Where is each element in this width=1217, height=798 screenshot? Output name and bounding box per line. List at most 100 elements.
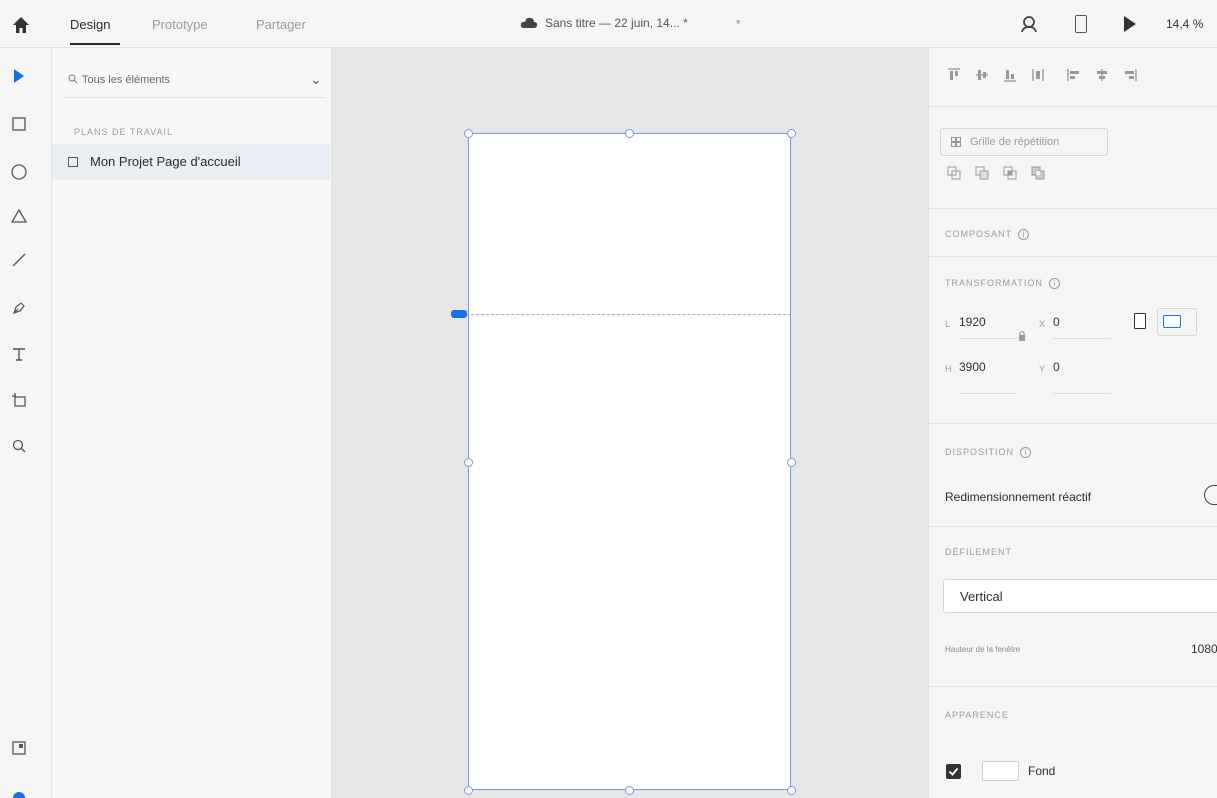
text-tool-icon[interactable] [9, 344, 29, 364]
repeat-grid-button[interactable]: Grille de répétition [940, 128, 1108, 156]
fill-label: Fond [1028, 764, 1056, 778]
height-label: H [945, 364, 952, 374]
artboards-section-label: PLANS DE TRAVAIL [74, 127, 174, 137]
align-center-icon[interactable] [1095, 68, 1109, 82]
zoom-level[interactable]: 14,4 % [1166, 17, 1203, 31]
divider [929, 526, 1217, 527]
fill-checkbox[interactable] [946, 764, 961, 779]
boolean-intersect-icon[interactable] [1003, 166, 1017, 180]
play-icon[interactable] [1124, 16, 1136, 32]
grid-icon [951, 137, 961, 147]
line-tool-icon[interactable] [9, 250, 29, 270]
lock-aspect-icon[interactable] [1018, 330, 1026, 342]
search-icon [68, 74, 78, 84]
fill-color-swatch[interactable] [982, 761, 1019, 781]
layer-item-artboard[interactable]: Mon Projet Page d'accueil [52, 144, 330, 180]
resize-handle-bottom-left[interactable] [464, 786, 473, 795]
scroll-direction-value: Vertical [960, 589, 1003, 604]
active-tab-indicator [70, 43, 120, 45]
plugins-icon[interactable] [9, 738, 29, 758]
resize-handle-bottom[interactable] [625, 786, 634, 795]
tab-design[interactable]: Design [70, 17, 110, 32]
info-icon[interactable]: i [1020, 447, 1032, 458]
repeat-grid-label: Grille de répétition [970, 136, 1060, 148]
layout-label: DISPOSITION [945, 447, 1015, 457]
ellipse-tool-icon[interactable] [9, 162, 29, 182]
polygon-tool-icon[interactable] [9, 206, 29, 226]
boolean-add-icon[interactable] [947, 166, 961, 180]
artboard-tool-icon[interactable] [9, 390, 29, 410]
info-icon[interactable]: i [1018, 229, 1030, 240]
transform-section-label: TRANSFORMATION i [945, 278, 1060, 289]
viewport-height-field[interactable]: 1080 [1191, 642, 1217, 656]
viewport-fold-line [461, 314, 791, 315]
resize-handle-top-right[interactable] [787, 129, 796, 138]
portrait-orientation-icon[interactable] [1134, 313, 1146, 329]
y-field[interactable]: 0 [1053, 360, 1060, 374]
align-middle-icon[interactable] [975, 68, 989, 82]
chevron-down-icon[interactable]: ▾ [736, 17, 741, 28]
assets-icon[interactable] [9, 786, 29, 798]
layer-filter-dropdown[interactable]: Tous les éléments ⌄ [64, 64, 326, 98]
pen-tool-icon[interactable] [9, 298, 29, 318]
layer-label: Mon Projet Page d'accueil [90, 154, 241, 169]
height-underline [959, 393, 1017, 394]
divider [929, 256, 1217, 257]
tab-prototype[interactable]: Prototype [152, 17, 208, 32]
artboard-icon [68, 157, 78, 167]
scroll-direction-select[interactable]: Vertical [943, 579, 1217, 613]
align-left-icon[interactable] [1067, 68, 1081, 82]
select-tool-icon[interactable] [9, 66, 29, 86]
cloud-icon [520, 17, 538, 28]
responsive-resize-toggle[interactable] [1204, 485, 1217, 505]
divider [929, 423, 1217, 424]
resize-handle-bottom-right[interactable] [787, 786, 796, 795]
checkmark-icon [948, 767, 959, 776]
height-field[interactable]: 3900 [959, 360, 986, 374]
filter-label: Tous les éléments [82, 74, 171, 86]
scroll-section-label: DÉFILEMENT [945, 547, 1013, 557]
transform-label: TRANSFORMATION [945, 278, 1043, 288]
landscape-orientation-icon [1163, 315, 1181, 328]
resize-handle-left[interactable] [464, 458, 473, 467]
resize-handle-top-left[interactable] [464, 129, 473, 138]
divider [929, 208, 1217, 209]
device-preview-icon[interactable] [1075, 15, 1087, 33]
align-right-icon[interactable] [1123, 68, 1137, 82]
canvas[interactable] [333, 48, 928, 798]
component-section-label: COMPOSANT i [945, 229, 1030, 240]
resize-handle-top[interactable] [625, 129, 634, 138]
responsive-resize-label: Redimensionnement réactif [945, 490, 1092, 504]
align-bottom-icon[interactable] [1003, 68, 1017, 82]
viewport-height-marker[interactable] [451, 310, 467, 318]
distribute-vertical-icon[interactable] [1031, 68, 1045, 82]
tool-rail [0, 48, 52, 798]
align-top-icon[interactable] [947, 68, 961, 82]
layout-section-label: DISPOSITION i [945, 447, 1032, 458]
share-user-icon[interactable] [1018, 13, 1040, 35]
width-field[interactable]: 1920 [959, 315, 986, 329]
boolean-subtract-icon[interactable] [975, 166, 989, 180]
appearance-section-label: APPARENCE [945, 710, 1009, 720]
artboard[interactable] [468, 133, 791, 790]
viewport-height-label: Hauteur de la fenêtre [945, 645, 1021, 654]
rectangle-tool-icon[interactable] [9, 114, 29, 134]
layers-panel: Tous les éléments ⌄ PLANS DE TRAVAIL Mon… [52, 48, 332, 798]
boolean-exclude-icon[interactable] [1031, 166, 1045, 180]
home-icon[interactable] [10, 14, 32, 36]
x-field[interactable]: 0 [1053, 315, 1060, 329]
zoom-tool-icon[interactable] [9, 436, 29, 456]
x-label: X [1039, 319, 1046, 329]
divider [929, 106, 1217, 107]
y-underline [1053, 393, 1111, 394]
chevron-down-icon[interactable]: ⌄ [310, 71, 322, 88]
resize-handle-right[interactable] [787, 458, 796, 467]
tab-share[interactable]: Partager [256, 17, 306, 32]
top-bar: Design Prototype Partager Sans titre — 2… [0, 0, 1217, 48]
width-underline [959, 338, 1017, 339]
component-label: COMPOSANT [945, 229, 1013, 239]
document-title[interactable]: Sans titre — 22 juin, 14... * [545, 16, 688, 30]
y-label: Y [1039, 364, 1046, 374]
info-icon[interactable]: i [1048, 278, 1060, 289]
width-label: L [945, 319, 951, 329]
